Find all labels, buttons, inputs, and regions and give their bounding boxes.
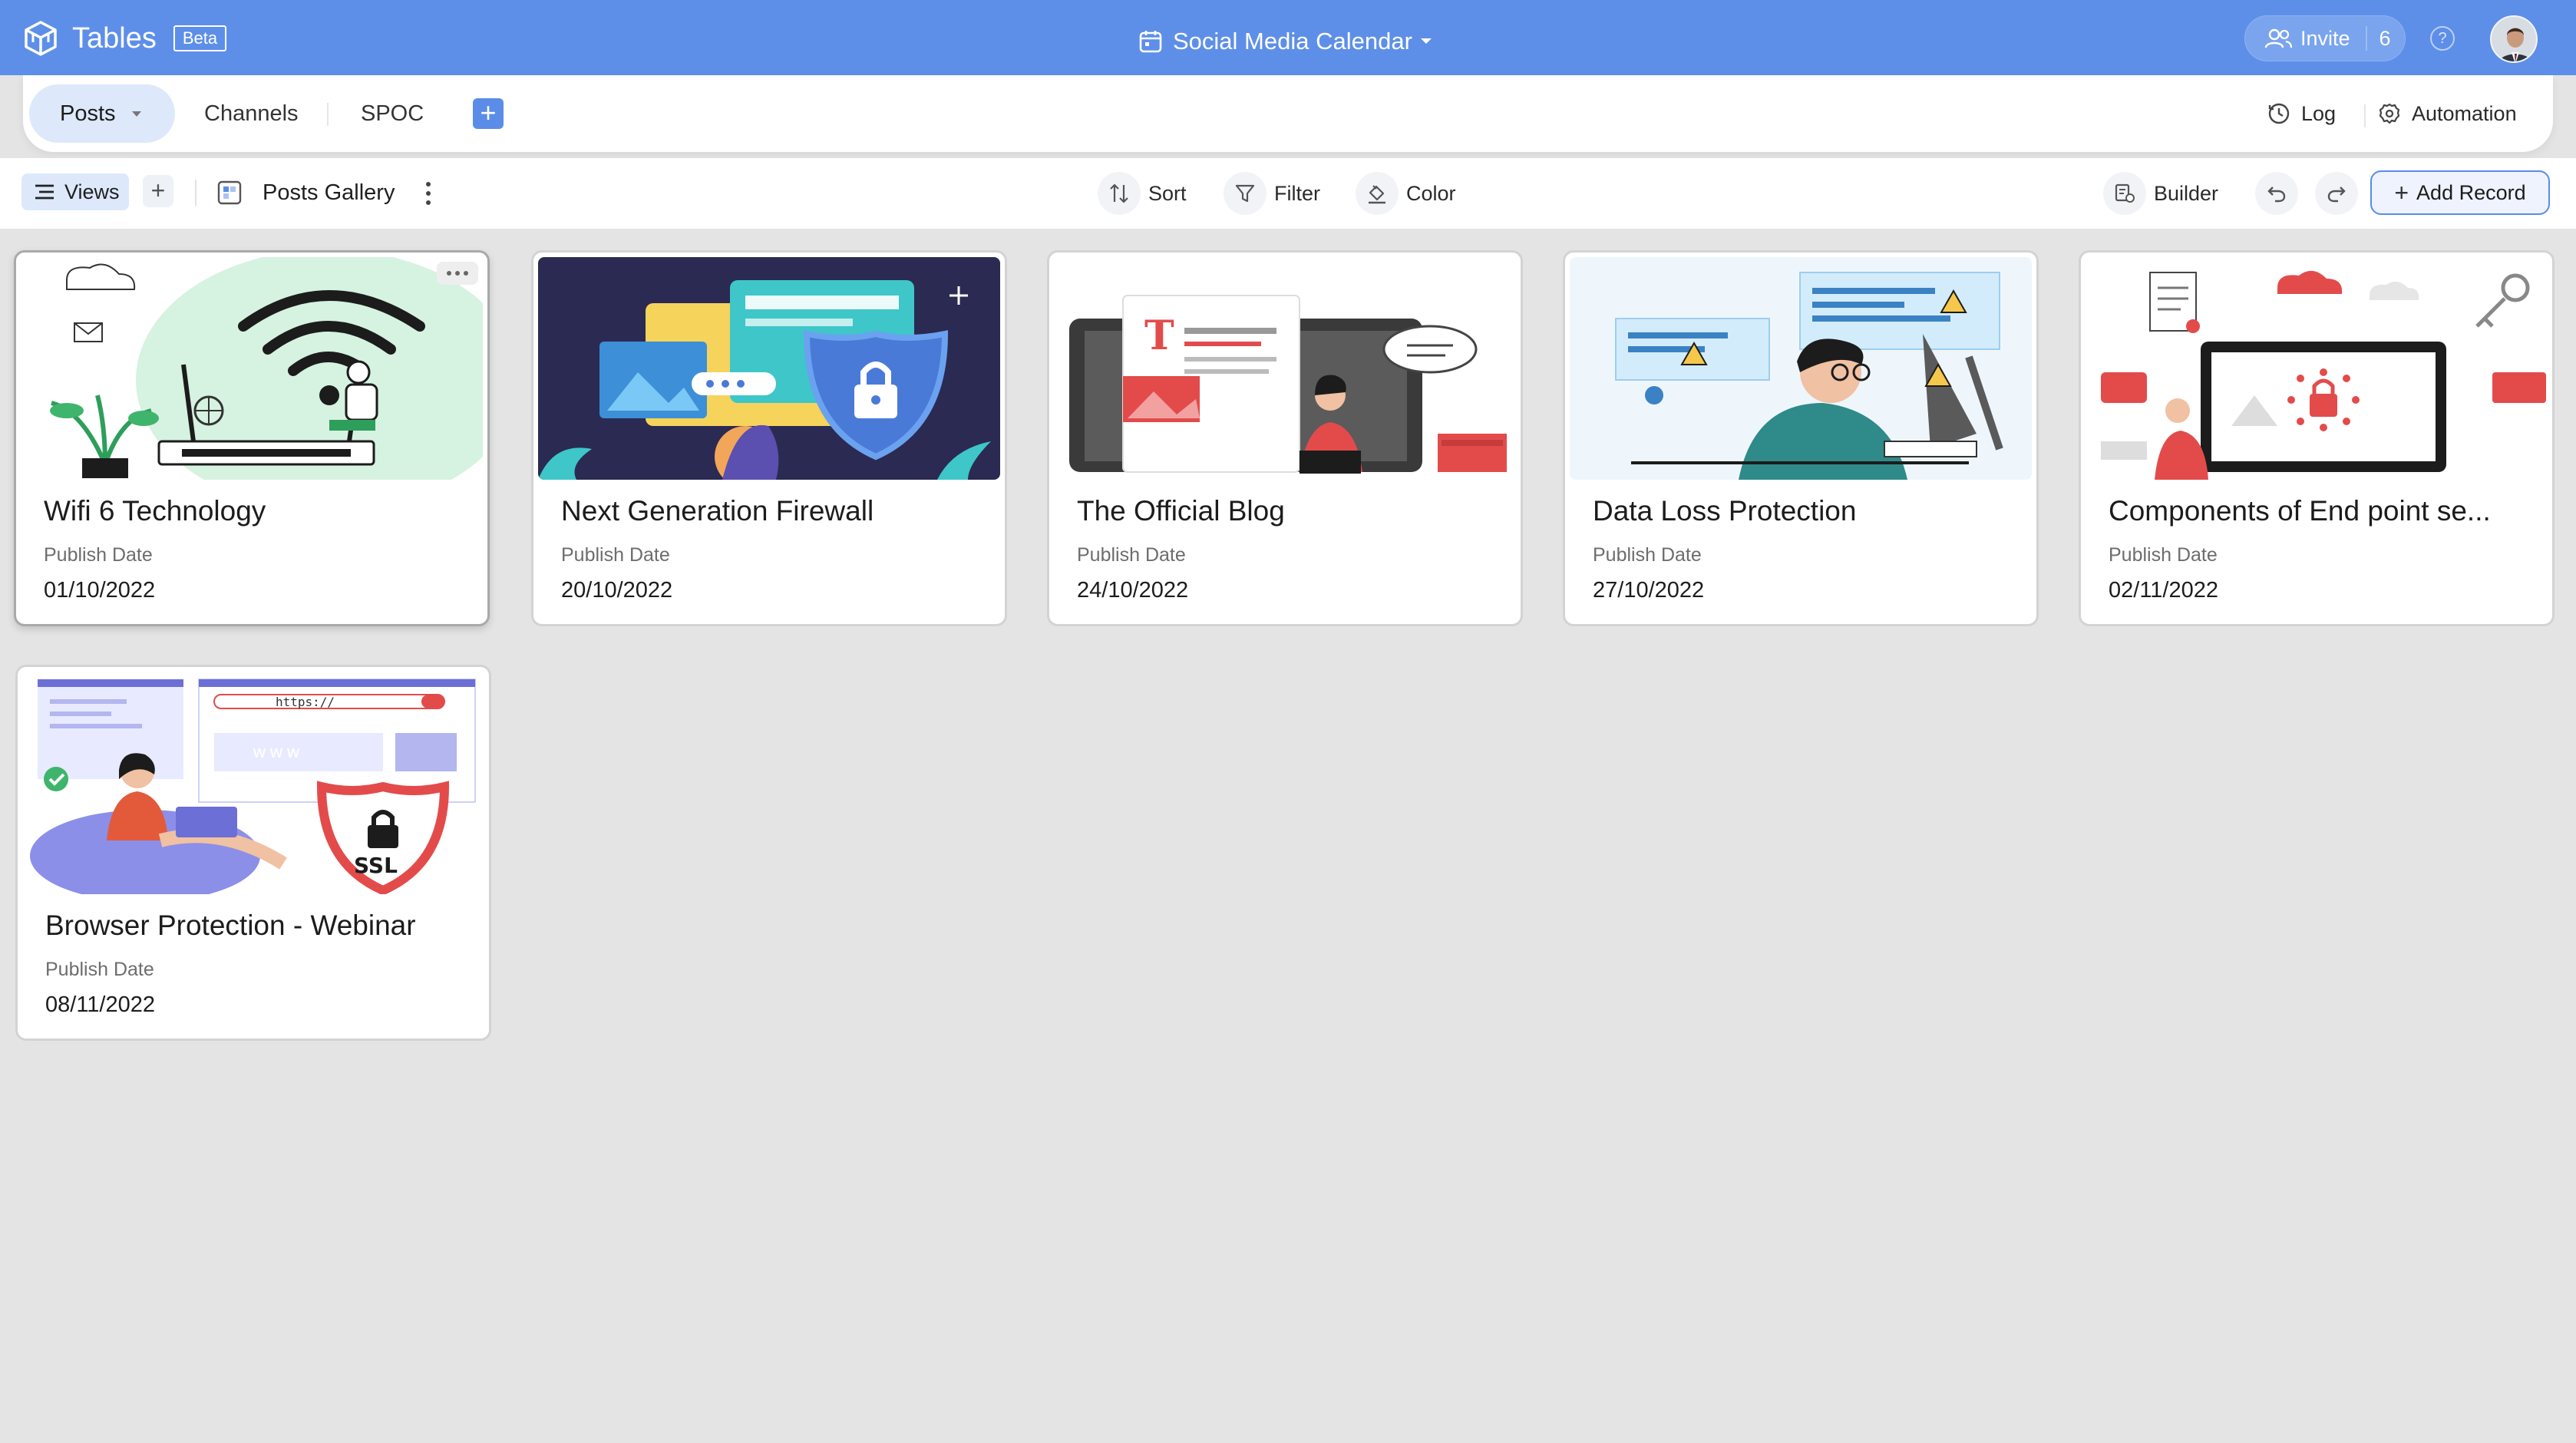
tab-label: Posts [60, 101, 116, 126]
filter-icon [1235, 184, 1255, 203]
sort-label: Sort [1148, 181, 1187, 205]
users-icon [2264, 28, 2293, 48]
tables-logo-icon [25, 21, 57, 56]
svg-text:SSL: SSL [354, 853, 398, 878]
brand[interactable]: Tables Beta [21, 17, 227, 60]
tab-label: SPOC [361, 101, 424, 126]
document-title: Social Media Calendar [1173, 28, 1412, 54]
views-button[interactable]: Views [21, 173, 129, 210]
views-label: Views [64, 180, 120, 203]
field-label: Publish Date [2109, 544, 2218, 566]
automation-button[interactable]: Automation [2378, 94, 2517, 134]
firewall-illustration [538, 257, 1000, 480]
member-count: 6 [2379, 26, 2391, 50]
gear-icon [2379, 103, 2400, 124]
tab-divider [2364, 104, 2366, 127]
field-value: 20/10/2022 [561, 578, 673, 603]
add-record-label: Add Record [2416, 180, 2526, 204]
sort-button[interactable]: Sort [1098, 172, 1187, 215]
browser-ssl-illustration: https:// www SSL [22, 672, 484, 894]
card-title: Next Generation Firewall [561, 495, 874, 527]
menu-icon [35, 184, 54, 200]
view-options-icon[interactable] [421, 177, 436, 210]
card-title: The Official Blog [1077, 495, 1285, 527]
log-label: Log [2301, 101, 2337, 125]
undo-icon [2267, 187, 2286, 203]
card-title: Components of End point se... [2109, 495, 2491, 527]
field-label: Publish Date [1593, 544, 1702, 566]
filter-label: Filter [1274, 181, 1320, 205]
field-label: Publish Date [561, 544, 670, 566]
card-title: Wifi 6 Technology [44, 495, 266, 527]
chevron-down-icon [1420, 38, 1432, 44]
wifi-illustration [21, 257, 483, 480]
field-value: 08/11/2022 [45, 992, 155, 1017]
blog-illustration: T [1054, 257, 1516, 480]
tab-label: Channels [204, 101, 299, 126]
invite-button[interactable]: Invite 6 [2244, 15, 2406, 61]
calendar-icon [1139, 31, 1162, 53]
help-icon[interactable]: ? [2430, 26, 2455, 51]
card-title: Browser Protection - Webinar [45, 910, 416, 941]
view-toolbar: Views + Posts Gallery Sort Filter Color [0, 158, 2576, 229]
record-card[interactable]: Next Generation Firewall Publish Date 20… [531, 250, 1007, 626]
record-card[interactable]: https:// www SSL Browser Protection - We… [15, 665, 491, 1041]
add-table-button[interactable]: + [473, 98, 504, 129]
invite-label: Invite [2300, 26, 2350, 50]
top-bar: Tables Beta Social Media Calendar Invite… [0, 0, 2576, 75]
add-view-button[interactable]: + [143, 175, 173, 207]
builder-label: Builder [2154, 181, 2219, 205]
clock-icon [2268, 103, 2290, 124]
field-label: Publish Date [45, 959, 154, 980]
record-card[interactable]: Data Loss Protection Publish Date 27/10/… [1563, 250, 2039, 626]
toolbar-divider [195, 180, 197, 206]
field-value: 24/10/2022 [1077, 578, 1189, 603]
endpoint-illustration [2086, 257, 2548, 480]
automation-label: Automation [2412, 101, 2517, 125]
color-button[interactable]: Color [1356, 172, 1456, 215]
plus-icon: + [2394, 178, 2409, 206]
field-value: 01/10/2022 [44, 578, 156, 603]
add-record-button[interactable]: + Add Record [2370, 170, 2550, 215]
card-title: Data Loss Protection [1593, 495, 1857, 527]
document-title-dropdown[interactable]: Social Media Calendar [1138, 21, 1432, 61]
card-options-button[interactable] [437, 262, 478, 285]
svg-text:T: T [1144, 312, 1174, 359]
tab-posts[interactable]: Posts [29, 84, 175, 143]
builder-button[interactable]: Builder [2103, 172, 2218, 215]
invite-divider [2365, 26, 2367, 51]
svg-text:www: www [253, 743, 303, 762]
view-name-label: Posts Gallery [263, 180, 395, 205]
data-loss-illustration [1570, 257, 2032, 480]
filter-button[interactable]: Filter [1224, 172, 1320, 215]
record-card[interactable]: T The Official Blog Publish Date 24/10/2… [1047, 250, 1523, 626]
svg-text:https://: https:// [276, 695, 335, 709]
gallery-view-icon [217, 180, 242, 205]
tab-spoc[interactable]: SPOC [361, 84, 424, 143]
table-tabs-bar: Posts Channels SPOC + Log Automation [23, 75, 2553, 152]
beta-badge: Beta [173, 25, 227, 51]
undo-button[interactable] [2255, 172, 2298, 215]
redo-icon [2327, 187, 2346, 203]
tab-divider [327, 103, 329, 126]
tab-channels[interactable]: Channels [204, 84, 299, 143]
color-label: Color [1406, 181, 1456, 205]
field-value: 27/10/2022 [1593, 578, 1705, 603]
sort-icon [1110, 183, 1128, 203]
redo-button[interactable] [2315, 172, 2358, 215]
builder-icon [2115, 183, 2135, 203]
record-card[interactable]: Components of End point se... Publish Da… [2079, 250, 2555, 626]
chevron-down-icon [131, 111, 141, 117]
user-avatar[interactable] [2490, 15, 2538, 63]
record-card[interactable]: Wifi 6 Technology Publish Date 01/10/202… [14, 250, 490, 626]
avatar-portrait-icon [2492, 17, 2536, 61]
field-label: Publish Date [1077, 544, 1186, 566]
field-value: 02/11/2022 [2109, 578, 2218, 603]
paint-bucket-icon [1369, 185, 1385, 204]
app-name: Tables [72, 21, 157, 54]
field-label: Publish Date [44, 544, 153, 566]
current-view-name[interactable]: Posts Gallery [216, 172, 395, 213]
log-button[interactable]: Log [2267, 94, 2336, 134]
